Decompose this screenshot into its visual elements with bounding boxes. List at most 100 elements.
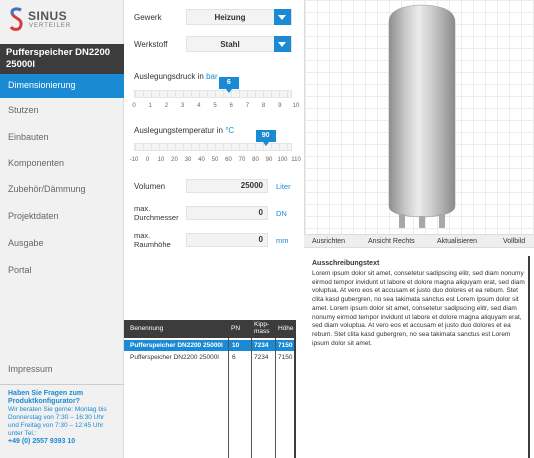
row-pn: 6	[232, 354, 236, 361]
temperatur-tick: 20	[171, 157, 178, 163]
col-kipp-1: Kipp-	[254, 321, 270, 328]
temperatur-tick: 100	[277, 157, 288, 163]
druck-tick: 3	[180, 103, 185, 109]
tab-ausrichten[interactable]: Ausrichten	[312, 238, 345, 245]
nav-item-portal[interactable]: Portal	[8, 265, 32, 275]
nav-item-komponenten[interactable]: Komponenten	[8, 158, 64, 168]
product-title: Pufferspeicher DN2200 25000l	[0, 44, 124, 74]
werkstoff-value: Stahl	[220, 40, 240, 49]
raumhoehe-label-1: max.	[134, 231, 151, 240]
druck-tick: 4	[197, 103, 201, 109]
spec-title: Ausschreibungstext	[312, 260, 380, 267]
table-scrollbar[interactable]	[294, 320, 296, 458]
tank-model	[388, 4, 456, 228]
temperatur-tick: 10	[157, 157, 165, 163]
volumen-label: Volumen	[134, 182, 166, 191]
nav-item-zubehoer[interactable]: Zubehör/Dämmung	[8, 184, 86, 194]
werkstoff-label: Werkstoff	[134, 40, 168, 49]
column-divider	[251, 338, 252, 458]
druck-tick: 6	[229, 103, 233, 109]
durchmesser-label-1: max.	[134, 204, 151, 213]
logo-sub: VERTEILER	[29, 23, 72, 29]
durchmesser-label: max. Durchmesser	[134, 204, 179, 222]
temperatur-tick: 40	[198, 157, 205, 163]
temperatur-unit: °C	[225, 126, 235, 135]
row-name: Pufferspeicher DN2200 25000l	[130, 342, 223, 349]
spec-body: Lorem ipsum dolor sit amet, consetetur s…	[312, 270, 525, 347]
druck-tick: 2	[164, 103, 169, 109]
column-divider	[275, 338, 276, 458]
help-title: Haben Sie Fragen zum Produktkonfigurator…	[8, 390, 84, 405]
nav-item-dimensionierung[interactable]: Dimensionierung	[0, 74, 130, 98]
nav-item-ausgabe[interactable]: Ausgabe	[8, 238, 44, 248]
col-kippmass: Kipp-mass	[254, 321, 270, 335]
tab-vollbild[interactable]: Vollbild	[503, 238, 525, 245]
raumhoehe-label: max. Raumhöhe	[134, 231, 171, 249]
temperatur-label: Auslegungstemperatur in °C	[134, 126, 234, 135]
druck-ticks: 0 1 2 3 4 5 6 7 8 9 10	[130, 103, 300, 112]
druck-tick: 5	[213, 103, 217, 109]
col-hoehe: Höhe	[278, 325, 294, 332]
3d-viewer[interactable]	[304, 0, 534, 234]
druck-label: Auslegungsdruck in bar	[134, 72, 218, 81]
temperatur-tick: 60	[225, 157, 232, 163]
druck-tick: 9	[278, 103, 282, 109]
druck-slider[interactable]: 6	[134, 77, 292, 98]
gewerk-value: Heizung	[214, 13, 246, 22]
spec-panel: Ausschreibungstext Lorem ipsum dolor sit…	[304, 248, 534, 458]
spec-scrollbar[interactable]	[528, 256, 530, 458]
impressum-link[interactable]: Impressum	[8, 364, 53, 374]
temperatur-label-text: Auslegungstemperatur in	[134, 126, 223, 135]
durchmesser-label-2: Durchmesser	[134, 213, 179, 222]
tab-ansicht-rechts[interactable]: Ansicht Rechts	[368, 238, 415, 245]
column-divider	[228, 338, 229, 458]
durchmesser-unit: DN	[276, 209, 287, 218]
row-kipp: 7234	[254, 354, 269, 361]
tab-aktualisieren[interactable]: Aktualisieren	[437, 238, 477, 245]
results-table: Benennung PN Kipp-mass Höhe Pufferspeich…	[124, 318, 304, 458]
row-hoehe: 7150	[278, 342, 293, 349]
temperatur-ticks: -10 0 10 20 30 40 50 60 70 80 90 100 110	[129, 157, 301, 166]
temperatur-slider[interactable]: 90	[134, 130, 292, 151]
dimension-form: Gewerk Heizung Werkstoff Stahl Auslegung…	[124, 0, 304, 318]
werkstoff-select[interactable]: Stahl	[186, 36, 292, 52]
druck-tick: 8	[261, 103, 266, 109]
table-row[interactable]: Pufferspeicher DN2200 25000l 10 7234 715…	[124, 340, 296, 351]
temperatur-tick: 70	[238, 157, 246, 163]
temperatur-tick: 0	[145, 157, 150, 163]
temperatur-tick: 80	[252, 157, 259, 163]
temperatur-tick: -10	[129, 157, 139, 163]
gewerk-label: Gewerk	[134, 13, 162, 22]
table-header: Benennung PN Kipp-mass Höhe	[124, 320, 296, 338]
druck-tick: 10	[292, 103, 300, 109]
raumhoehe-input[interactable]: 0	[186, 233, 268, 247]
chevron-down-icon[interactable]	[274, 9, 291, 25]
nav-item-projektdaten[interactable]: Projektdaten	[8, 211, 59, 221]
temperatur-slider-handle[interactable]: 90	[255, 130, 276, 146]
logo-name: SINUS	[28, 9, 68, 23]
help-phone[interactable]: +49 (0) 2557 9393 10	[8, 438, 116, 446]
nav-item-einbauten[interactable]: Einbauten	[8, 132, 49, 142]
volumen-input[interactable]: 25000	[186, 179, 268, 193]
help-box: Haben Sie Fragen zum Produktkonfigurator…	[0, 384, 124, 458]
durchmesser-input[interactable]: 0	[186, 206, 268, 220]
chevron-down-icon[interactable]	[274, 36, 291, 52]
druck-slider-track[interactable]	[134, 90, 292, 98]
raumhoehe-unit: mm	[276, 236, 289, 245]
sinus-logo-icon	[9, 7, 23, 31]
temperatur-tick: 50	[211, 157, 219, 163]
druck-slider-handle[interactable]: 6	[218, 77, 239, 93]
temperatur-tick: 30	[184, 157, 192, 163]
druck-unit: bar	[206, 72, 218, 81]
druck-tick: 0	[132, 103, 136, 109]
gewerk-select[interactable]: Heizung	[186, 9, 292, 25]
nav-item-stutzen[interactable]: Stutzen	[8, 105, 39, 115]
logo[interactable]: SINUS VERTEILER	[8, 6, 78, 36]
temperatur-tick: 90	[265, 157, 273, 163]
col-pn: PN	[231, 325, 241, 332]
druck-label-text: Auslegungsdruck in	[134, 72, 204, 81]
row-name: Pufferspeicher DN2200 25000l	[130, 354, 219, 361]
row-pn: 10	[232, 342, 240, 349]
druck-tick: 7	[245, 103, 250, 109]
table-row[interactable]: Pufferspeicher DN2200 25000l 6 7234 7150	[124, 352, 296, 363]
